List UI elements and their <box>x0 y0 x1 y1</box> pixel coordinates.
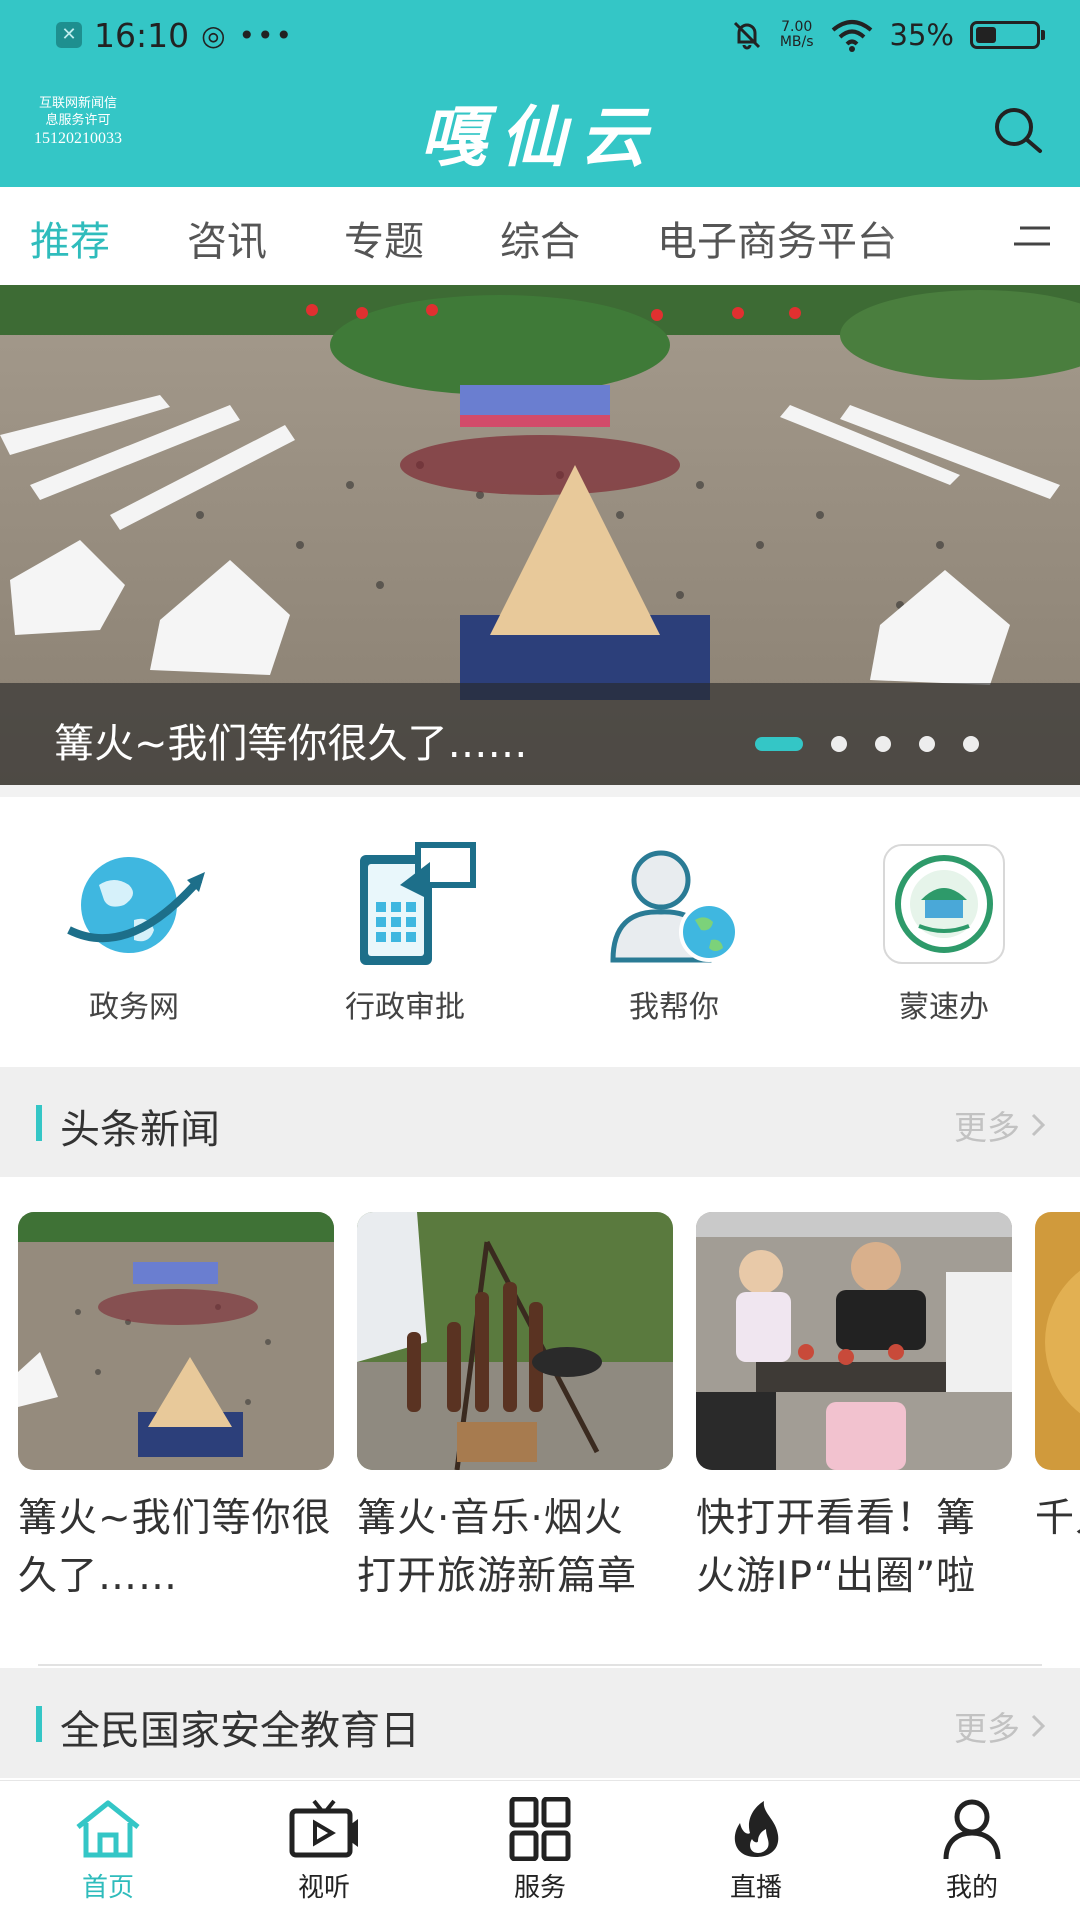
tab-info[interactable]: 咨讯 <box>187 209 267 267</box>
news-thumbnail <box>357 1212 673 1470</box>
news-thumbnail <box>696 1212 1012 1470</box>
status-left: ✕ 16:10 ◎ ••• <box>56 14 294 56</box>
service-label: 我帮你 <box>629 990 719 1025</box>
status-right: 7.00 MB/s 35% <box>730 12 1045 58</box>
news-thumbnail <box>18 1212 334 1470</box>
category-tabs: 推荐 咨讯 专题 综合 电子商务平台 <box>0 187 1080 285</box>
carousel-dot[interactable] <box>831 736 847 752</box>
nav-home[interactable]: 首页 <box>33 1797 183 1904</box>
service-help-you[interactable]: 我帮你 <box>579 840 769 1026</box>
tv-play-icon <box>289 1799 358 1858</box>
grid-icon <box>509 1797 571 1861</box>
news-thumbnail <box>1035 1212 1080 1470</box>
section-title: 头条新闻 <box>60 1107 220 1153</box>
search-icon[interactable] <box>990 103 1046 159</box>
carousel-dot[interactable] <box>963 736 979 752</box>
section-title: 全民国家安全教育日 <box>60 1708 420 1754</box>
notification-app-icon: ✕ <box>56 22 82 48</box>
more-label: 更多 <box>954 1108 1020 1147</box>
carousel-dot[interactable] <box>875 736 891 752</box>
section-gap <box>0 785 1080 797</box>
status-misc-icons: ◎ ••• <box>201 18 294 52</box>
news-carousel: 篝火~我们等你很久了…… 篝火·音乐·烟火 打开旅游新篇章 快打开看看！篝火游I… <box>0 1212 1080 1612</box>
nav-services[interactable]: 服务 <box>465 1797 615 1904</box>
news-card[interactable]: 千人篝火等你来 <box>1035 1212 1080 1606</box>
status-time: 16:10 <box>94 15 190 55</box>
nav-label: 服务 <box>513 1873 566 1903</box>
service-admin-approval[interactable]: 行政审批 <box>310 840 500 1026</box>
carousel-dot[interactable] <box>919 736 935 752</box>
license-number: 15120210033 <box>34 130 122 147</box>
net-speed: 7.00 MB/s <box>780 20 814 50</box>
nav-live[interactable]: 直播 <box>681 1797 831 1904</box>
service-label: 行政审批 <box>345 990 465 1025</box>
tab-general[interactable]: 综合 <box>500 209 580 267</box>
hero-carousel[interactable]: 篝火~我们等你很久了…… <box>0 285 1080 785</box>
hero-caption: 篝火~我们等你很久了…… <box>54 721 528 767</box>
approval-phone-icon <box>360 842 476 965</box>
service-label: 政务网 <box>89 990 179 1025</box>
globe-arrow-icon <box>67 857 205 953</box>
service-government-web[interactable]: 政务网 <box>39 840 229 1026</box>
more-label: 更多 <box>954 1709 1020 1748</box>
battery-icon <box>970 21 1045 49</box>
net-speed-value: 7.00 <box>781 19 813 35</box>
chevron-right-icon <box>1031 1113 1046 1137</box>
nav-label: 我的 <box>945 1873 998 1903</box>
license-line-1: 互联网新闻信 <box>38 96 117 111</box>
nav-mine[interactable]: 我的 <box>897 1797 1047 1904</box>
chevron-right-icon <box>1031 1714 1046 1738</box>
news-title: 篝火~我们等你很久了…… <box>18 1496 332 1599</box>
nav-media[interactable]: 视听 <box>249 1797 399 1904</box>
carousel-dots <box>755 734 979 754</box>
news-title: 千人篝火等你来 <box>1035 1496 1080 1541</box>
flame-icon <box>734 1801 779 1857</box>
section-security-education: 全民国家安全教育日 更多 <box>0 1668 1080 1778</box>
nav-label: 视听 <box>297 1873 350 1903</box>
status-bar: ✕ 16:10 ◎ ••• 7.00 MB/s 35% <box>0 0 1080 70</box>
user-icon <box>943 1799 1001 1860</box>
tab-ecommerce[interactable]: 电子商务平台 <box>657 209 897 267</box>
battery-level <box>976 27 996 43</box>
section-accent-bar <box>36 1105 42 1141</box>
nav-label: 首页 <box>81 1873 134 1903</box>
net-speed-unit: MB/s <box>779 34 814 50</box>
mute-bell-icon <box>733 21 760 50</box>
nav-label: 直播 <box>729 1873 782 1903</box>
security-more-link[interactable]: 更多 <box>954 1702 1046 1750</box>
service-mengsuban[interactable]: 蒙速办 <box>849 840 1039 1026</box>
headline-more-link[interactable]: 更多 <box>954 1101 1046 1149</box>
app-header: ✕ 16:10 ◎ ••• 7.00 MB/s 35% 互联网新闻信 息服务许可… <box>0 0 1080 187</box>
news-card[interactable]: 篝火~我们等你很久了…… <box>18 1212 334 1606</box>
section-divider <box>38 1664 1042 1666</box>
news-title: 快打开看看！篝火游IP“出圈”啦 <box>696 1496 977 1599</box>
user-globe-icon <box>610 850 739 963</box>
tab-recommend[interactable]: 推荐 <box>30 209 110 267</box>
news-card[interactable]: 篝火·音乐·烟火 打开旅游新篇章 <box>357 1212 673 1606</box>
service-label: 蒙速办 <box>899 990 989 1025</box>
news-card[interactable]: 快打开看看！篝火游IP“出圈”啦 <box>696 1212 1012 1606</box>
home-icon <box>76 1800 140 1858</box>
tab-menu-icon[interactable] <box>1012 224 1052 248</box>
carousel-dot-active[interactable] <box>755 737 803 751</box>
mengsuban-logo-icon <box>883 844 1005 964</box>
section-accent-bar <box>36 1706 42 1742</box>
news-title: 篝火·音乐·烟火 打开旅游新篇章 <box>357 1496 638 1599</box>
battery-percent: 35% <box>889 18 954 52</box>
wifi-icon <box>831 20 872 52</box>
brand-logo: 嘎仙云 <box>420 98 660 176</box>
news-license: 互联网新闻信 息服务许可 15120210033 <box>22 95 134 149</box>
section-headline-news: 头条新闻 更多 <box>0 1067 1080 1177</box>
tabs-fade <box>880 187 990 285</box>
license-line-2: 息服务许可 <box>45 113 111 128</box>
tab-topics[interactable]: 专题 <box>344 209 424 267</box>
bottom-nav: 首页 视听 服务 直播 我的 <box>0 1780 1080 1920</box>
